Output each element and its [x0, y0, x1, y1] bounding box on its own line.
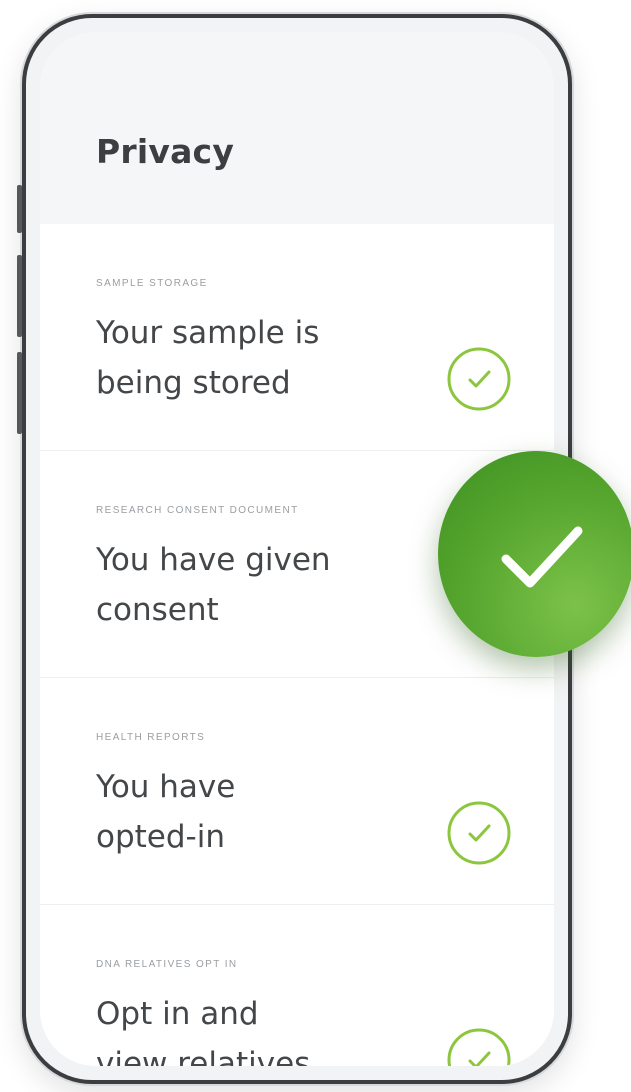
item-label: SAMPLE STORAGE [96, 278, 208, 289]
item-description: Your sample is being stored [96, 308, 386, 408]
check-circle-icon [447, 1028, 511, 1066]
privacy-item-dna-relatives[interactable]: DNA RELATIVES OPT IN Opt in and view rel… [40, 905, 554, 1066]
privacy-item-health-reports[interactable]: HEALTH REPORTS You have opted-in [40, 678, 554, 905]
item-text-line: being stored [96, 365, 291, 401]
canvas: Privacy SAMPLE STORAGE Your sample is be… [0, 0, 631, 1092]
consent-check-badge [438, 451, 631, 657]
item-label: DNA RELATIVES OPT IN [96, 959, 238, 970]
phone-side-button [17, 352, 22, 434]
privacy-item-sample-storage[interactable]: SAMPLE STORAGE Your sample is being stor… [40, 224, 554, 451]
item-description: You have opted-in [96, 762, 386, 862]
check-circle-icon [447, 347, 511, 411]
header: Privacy [40, 32, 554, 224]
item-description: You have given consent [96, 535, 386, 635]
check-circle-icon [447, 801, 511, 865]
item-text-line: view relatives [96, 1046, 311, 1066]
item-text-line: consent [96, 592, 219, 628]
page-title: Privacy [96, 132, 235, 171]
item-text-line: Opt in and [96, 996, 259, 1032]
item-description: Opt in and view relatives [96, 989, 386, 1066]
item-label: HEALTH REPORTS [96, 732, 206, 743]
item-text-line: You have given [96, 542, 331, 578]
item-text-line: Your sample is [96, 315, 320, 351]
phone-side-button [17, 185, 22, 233]
phone-side-button [17, 255, 22, 337]
item-text-line: opted-in [96, 819, 225, 855]
item-label: RESEARCH CONSENT DOCUMENT [96, 505, 299, 516]
checkmark-icon [501, 526, 583, 588]
item-text-line: You have [96, 769, 236, 805]
